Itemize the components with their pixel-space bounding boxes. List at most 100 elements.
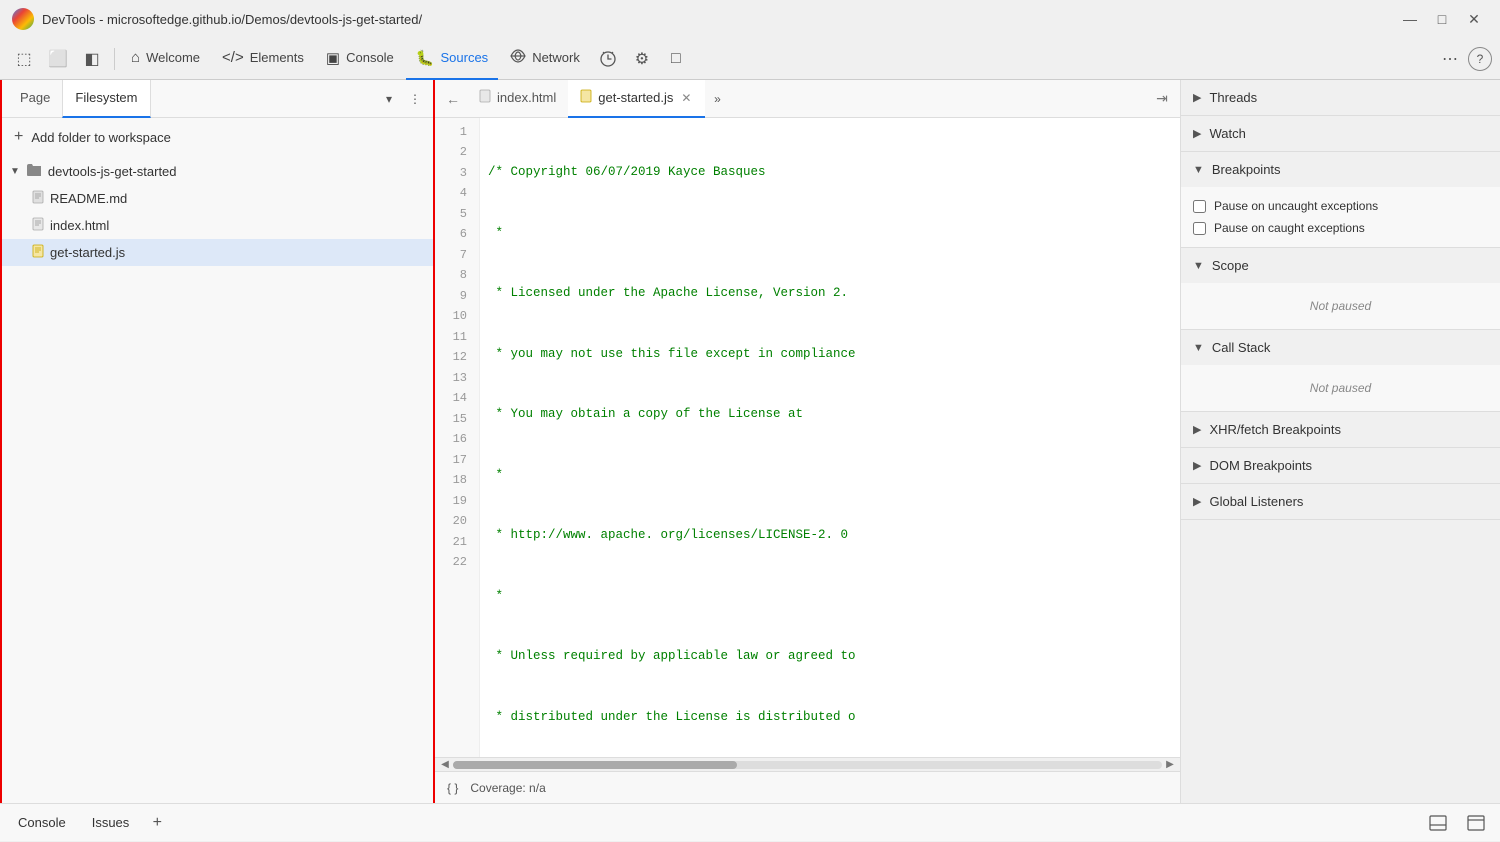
pause-caught-checkbox[interactable] xyxy=(1193,222,1206,235)
issues-bottom-tab[interactable]: Issues xyxy=(82,804,140,842)
root-folder-label: devtools-js-get-started xyxy=(48,164,177,179)
folder-devtools[interactable]: ▼ devtools-js-get-started xyxy=(2,158,433,185)
code-line-8: * xyxy=(488,586,1172,607)
line-11: 11 xyxy=(443,327,467,348)
breakpoints-chevron: ▼ xyxy=(1193,164,1204,176)
toggle-sidebar-button[interactable]: ◧ xyxy=(76,43,108,75)
dock-bottom-button[interactable] xyxy=(1422,807,1454,839)
threads-header[interactable]: ▶ Threads xyxy=(1181,80,1500,115)
line-1: 1 xyxy=(443,122,467,143)
file-icon-html xyxy=(32,217,44,234)
add-folder-button[interactable]: + Add folder to workspace xyxy=(2,118,433,156)
bottom-bar: Console Issues + xyxy=(0,803,1500,841)
main-area: Page Filesystem ▾ ⋮ + Add folder to work… xyxy=(0,80,1500,803)
right-panel-scroll[interactable]: ▶ Threads ▶ Watch ▼ Breakpoints xyxy=(1181,80,1500,803)
help-button[interactable]: ? xyxy=(1468,47,1492,71)
tab-page[interactable]: Page xyxy=(8,80,62,118)
code-panel: ← index.html get-started.js ✕ xyxy=(435,80,1180,803)
breakpoints-header[interactable]: ▼ Breakpoints xyxy=(1181,152,1500,187)
left-panel: Page Filesystem ▾ ⋮ + Add folder to work… xyxy=(0,80,435,803)
devtools-icon xyxy=(12,8,34,30)
breakpoints-content: Pause on uncaught exceptions Pause on ca… xyxy=(1181,187,1500,247)
scope-header[interactable]: ▼ Scope xyxy=(1181,248,1500,283)
line-20: 20 xyxy=(443,512,467,533)
line-19: 19 xyxy=(443,491,467,512)
xhrfetch-section: ▶ XHR/fetch Breakpoints xyxy=(1181,412,1500,448)
globallisteners-label: Global Listeners xyxy=(1209,494,1303,509)
pause-uncaught-row[interactable]: Pause on uncaught exceptions xyxy=(1193,195,1488,217)
breakpoints-section: ▼ Breakpoints Pause on uncaught exceptio… xyxy=(1181,152,1500,248)
get-started-js-label: get-started.js xyxy=(50,245,125,260)
new-tab-button[interactable]: □ xyxy=(660,43,692,75)
more-tabs-button[interactable]: » xyxy=(705,87,729,111)
tab-more-button[interactable]: ⋮ xyxy=(403,87,427,111)
navigate-back-button[interactable]: ← xyxy=(439,85,467,113)
elements-label: Elements xyxy=(250,50,304,65)
title-bar: DevTools - microsoftedge.github.io/Demos… xyxy=(0,0,1500,38)
code-line-6: * xyxy=(488,465,1172,486)
line-8: 8 xyxy=(443,266,467,287)
xhrfetch-header[interactable]: ▶ XHR/fetch Breakpoints xyxy=(1181,412,1500,447)
getstarted-tab-label: get-started.js xyxy=(598,90,673,105)
file-index-html[interactable]: index.html xyxy=(2,212,433,239)
right-panel: ▶ Threads ▶ Watch ▼ Breakpoints xyxy=(1180,80,1500,803)
file-readme[interactable]: README.md xyxy=(2,185,433,212)
callstack-header[interactable]: ▼ Call Stack xyxy=(1181,330,1500,365)
add-panel-button[interactable]: + xyxy=(145,811,169,835)
watch-section: ▶ Watch xyxy=(1181,116,1500,152)
line-2: 2 xyxy=(443,143,467,164)
close-button[interactable]: ✕ xyxy=(1460,8,1488,30)
device-toolbar-button[interactable]: ⬜ xyxy=(42,43,74,75)
folder-icon xyxy=(26,163,42,180)
scroll-track[interactable] xyxy=(453,761,1162,769)
console-bottom-tab[interactable]: Console xyxy=(8,804,76,842)
line-21: 21 xyxy=(443,532,467,553)
code-editor: 1 2 3 4 5 6 7 8 9 10 11 12 13 14 15 16 1… xyxy=(435,118,1180,757)
pause-caught-label: Pause on caught exceptions xyxy=(1214,221,1365,235)
line-10: 10 xyxy=(443,307,467,328)
code-tab-index-html[interactable]: index.html xyxy=(467,80,568,118)
undock-button[interactable] xyxy=(1460,807,1492,839)
inspect-element-button[interactable]: ⬚ xyxy=(8,43,40,75)
tab-dropdown-button[interactable]: ▾ xyxy=(377,87,401,111)
callstack-section: ▼ Call Stack Not paused xyxy=(1181,330,1500,412)
code-content[interactable]: /* Copyright 06/07/2019 Kayce Basques * … xyxy=(480,118,1180,757)
scope-section: ▼ Scope Not paused xyxy=(1181,248,1500,330)
code-right-actions: ⇥ xyxy=(1148,85,1176,113)
tab-elements[interactable]: </> Elements xyxy=(212,38,314,80)
line-3: 3 xyxy=(443,163,467,184)
more-tools-button[interactable]: ⋯ xyxy=(1434,43,1466,75)
console-bottom-label: Console xyxy=(18,815,66,830)
tab-filesystem[interactable]: Filesystem xyxy=(62,80,150,118)
tab-welcome[interactable]: ⌂ Welcome xyxy=(121,38,210,80)
format-button[interactable]: ⇥ xyxy=(1148,85,1176,113)
settings-button[interactable]: ⚙ xyxy=(626,43,658,75)
file-get-started-js[interactable]: get-started.js xyxy=(2,239,433,266)
readme-label: README.md xyxy=(50,191,127,206)
code-tab-get-started-js[interactable]: get-started.js ✕ xyxy=(568,80,705,118)
pause-caught-row[interactable]: Pause on caught exceptions xyxy=(1193,217,1488,239)
line-4: 4 xyxy=(443,184,467,205)
globallisteners-header[interactable]: ▶ Global Listeners xyxy=(1181,484,1500,519)
performance-insights-button[interactable] xyxy=(592,43,624,75)
elements-icon: </> xyxy=(222,49,244,66)
code-line-9: * Unless required by applicable law or a… xyxy=(488,646,1172,667)
watch-header[interactable]: ▶ Watch xyxy=(1181,116,1500,151)
html-tab-icon xyxy=(479,89,491,106)
main-toolbar: ⬚ ⬜ ◧ ⌂ Welcome </> Elements ▣ Console 🐛… xyxy=(0,38,1500,80)
threads-label: Threads xyxy=(1209,90,1257,105)
tab-network[interactable]: Network xyxy=(500,38,590,80)
scroll-left-button[interactable]: ◀ xyxy=(437,758,453,772)
tab-console[interactable]: ▣ Console xyxy=(316,38,404,80)
tab-sources[interactable]: 🐛 Sources xyxy=(406,38,498,80)
scroll-right-button[interactable]: ▶ xyxy=(1162,758,1178,772)
maximize-button[interactable]: □ xyxy=(1428,8,1456,30)
code-tabs: ← index.html get-started.js ✕ xyxy=(435,80,1180,118)
index-tab-label: index.html xyxy=(497,90,556,105)
close-getstarted-tab[interactable]: ✕ xyxy=(679,90,693,106)
dombreakpoints-header[interactable]: ▶ DOM Breakpoints xyxy=(1181,448,1500,483)
console-icon: ▣ xyxy=(326,49,340,67)
callstack-chevron: ▼ xyxy=(1193,342,1204,354)
pause-uncaught-checkbox[interactable] xyxy=(1193,200,1206,213)
minimize-button[interactable]: — xyxy=(1396,8,1424,30)
